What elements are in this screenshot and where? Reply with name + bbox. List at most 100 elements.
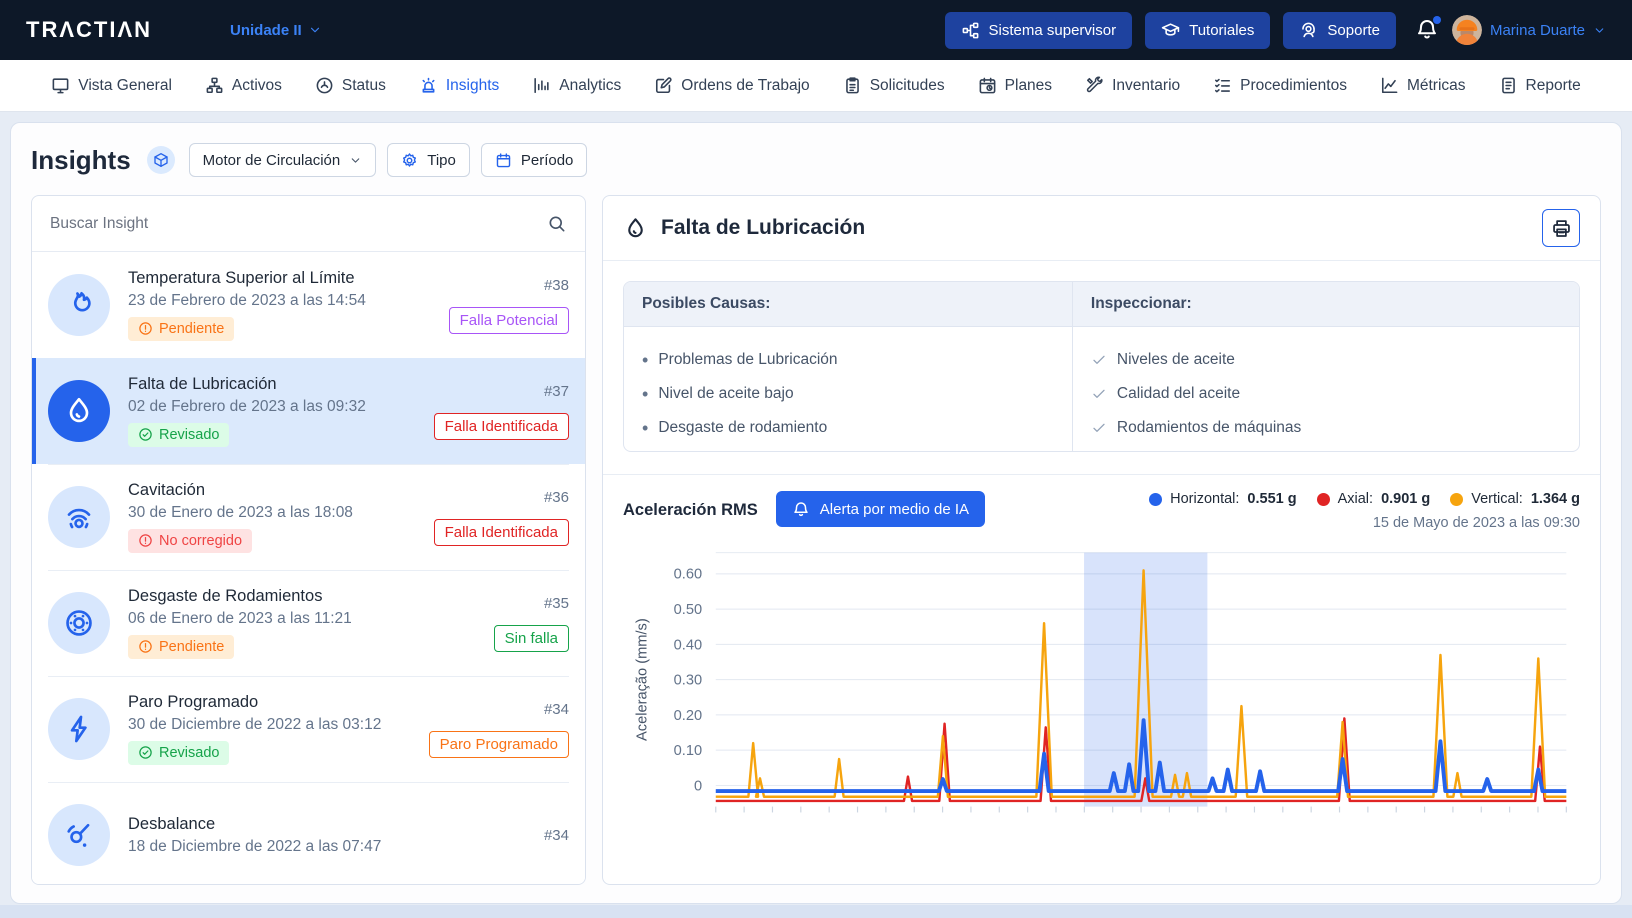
tab-vista-general[interactable]: Vista General (51, 76, 172, 95)
insight-search-row (32, 196, 585, 252)
insight-icon-circle (48, 592, 110, 654)
tractian-logo[interactable]: TRΛCTIΛN (26, 17, 152, 43)
status-badge: Revisado (128, 741, 229, 765)
page-title: Insights (31, 145, 131, 176)
causes-header: Posibles Causas: (624, 282, 1072, 327)
tab-activos[interactable]: Activos (205, 76, 282, 95)
legend-item-vertical[interactable]: Vertical:1.364 g (1450, 491, 1580, 507)
tab-status[interactable]: Status (315, 76, 386, 95)
droplet-icon (63, 395, 95, 427)
chevron-down-icon (349, 154, 362, 167)
insights-card: Insights Motor de Circulación Tipo Perío… (10, 122, 1622, 904)
calendar-icon (495, 152, 512, 169)
tab-m-tricas[interactable]: Métricas (1380, 76, 1466, 95)
svg-text:0.20: 0.20 (674, 708, 702, 724)
tab-analytics[interactable]: Analytics (532, 76, 621, 95)
fault-tag-badge: Falla Potencial (449, 307, 569, 334)
avatar (1452, 15, 1482, 45)
tools-icon (1085, 76, 1104, 95)
svg-text:0.40: 0.40 (674, 637, 702, 653)
inspect-item: Rodamientos de máquinas (1091, 419, 1561, 437)
tab-reporte[interactable]: Reporte (1499, 76, 1581, 95)
insight-list-item[interactable]: Cavitación30 de Enero de 2023 a las 18:0… (32, 464, 585, 570)
insight-icon-circle (48, 486, 110, 548)
legend-item-axial[interactable]: Axial: 0.901 g (1317, 491, 1431, 507)
cavitation-icon (63, 501, 95, 533)
tab-label: Procedimientos (1240, 77, 1347, 95)
tutoriales-button[interactable]: Tutoriales (1145, 12, 1270, 49)
legend-label: Axial: (1338, 491, 1373, 507)
tab-label: Métricas (1407, 77, 1466, 95)
legend-value: 0.901 g (1381, 491, 1430, 507)
check-icon (1091, 386, 1107, 402)
acceleration-rms-chart[interactable]: 00.100.200.300.400.500.60Aceleração (mm/… (623, 533, 1580, 838)
tab-inventario[interactable]: Inventario (1085, 76, 1180, 95)
unit-selector-label: Unidade II (230, 22, 302, 39)
fault-tag-badge: Paro Programado (429, 731, 569, 758)
insight-date: 23 de Febrero de 2023 a las 14:54 (128, 292, 431, 310)
tab-label: Analytics (559, 77, 621, 95)
clipboard-icon (843, 76, 862, 95)
insight-list-item[interactable]: Paro Programado30 de Diciembre de 2022 a… (32, 676, 585, 782)
period-filter-button[interactable]: Período (481, 143, 588, 177)
cause-item: •Nivel de aceite bajo (642, 385, 1054, 403)
notification-dot (1433, 16, 1441, 24)
bearing-icon (63, 607, 95, 639)
tab-procedimientos[interactable]: Procedimientos (1213, 76, 1347, 95)
fault-tag-badge: Falla Identificada (434, 413, 569, 440)
insight-title: Paro Programado (128, 693, 411, 712)
asset-chip[interactable] (147, 146, 175, 174)
search-icon[interactable] (547, 214, 567, 234)
tab-insights[interactable]: Insights (419, 76, 499, 95)
support-agent-icon (1299, 21, 1318, 40)
type-filter-label: Tipo (427, 152, 456, 169)
tab-planes[interactable]: Planes (978, 76, 1052, 95)
sistema-supervisor-button[interactable]: Sistema supervisor (945, 12, 1133, 49)
type-filter-button[interactable]: Tipo (387, 143, 470, 177)
gear-icon (401, 152, 418, 169)
inspect-item: Niveles de aceite (1091, 351, 1561, 369)
divider (603, 260, 1600, 261)
asset-filter-dropdown[interactable]: Motor de Circulación (189, 143, 377, 177)
print-button[interactable] (1542, 209, 1580, 247)
tab-label: Inventario (1112, 77, 1180, 95)
tab-label: Activos (232, 77, 282, 95)
tab-ordens-de-trabajo[interactable]: Ordens de Trabajo (654, 76, 809, 95)
insight-number: #38 (544, 277, 569, 294)
checklist-icon (1213, 76, 1232, 95)
ai-alert-button[interactable]: Alerta por medio de IA (776, 491, 985, 527)
gauge-icon (315, 76, 334, 95)
insight-list-panel: Temperatura Superior al Límite23 de Febr… (31, 195, 586, 885)
tab-solicitudes[interactable]: Solicitudes (843, 76, 945, 95)
insight-title: Falta de Lubricación (128, 375, 416, 394)
cube-icon (153, 152, 169, 168)
insight-list-item[interactable]: Temperatura Superior al Límite23 de Febr… (32, 252, 585, 358)
insight-list-item[interactable]: Desbalance18 de Diciembre de 2022 a las … (32, 782, 585, 885)
insight-list-item[interactable]: Desgaste de Rodamientos06 de Enero de 20… (32, 570, 585, 676)
svg-text:0: 0 (694, 778, 702, 794)
soporte-button[interactable]: Soporte (1283, 12, 1396, 49)
tutoriales-label: Tutoriales (1189, 22, 1254, 39)
check-circle-icon (138, 427, 153, 442)
cause-item: •Desgaste de rodamiento (642, 419, 1054, 437)
search-input[interactable] (50, 215, 537, 233)
user-menu[interactable]: Marina Duarte (1452, 15, 1606, 45)
insight-number: #37 (544, 383, 569, 400)
edit-square-icon (654, 76, 673, 95)
legend-label: Vertical: (1471, 491, 1523, 507)
top-bar: TRΛCTIΛN Unidade II Sistema supervisor T… (0, 0, 1632, 60)
insight-list-item[interactable]: Falta de Lubricación02 de Febrero de 202… (32, 358, 585, 464)
alert-circle-icon (138, 639, 153, 654)
tab-label: Ordens de Trabajo (681, 77, 809, 95)
insight-icon-circle (48, 380, 110, 442)
chart-block: Aceleración RMS Alerta por medio de IA H… (623, 475, 1580, 838)
unit-selector[interactable]: Unidade II (230, 22, 322, 39)
page-body: Insights Motor de Circulación Tipo Perío… (0, 112, 1632, 918)
tab-label: Insights (446, 77, 499, 95)
sistema-supervisor-label: Sistema supervisor (989, 22, 1117, 39)
notifications-button[interactable] (1415, 17, 1439, 44)
detail-header: Falta de Lubricación (623, 196, 1580, 260)
inspect-body: Niveles de aceiteCalidad del aceiteRodam… (1072, 327, 1579, 451)
flame-icon (63, 289, 95, 321)
legend-item-horizontal[interactable]: Horizontal:0.551 g (1149, 491, 1296, 507)
